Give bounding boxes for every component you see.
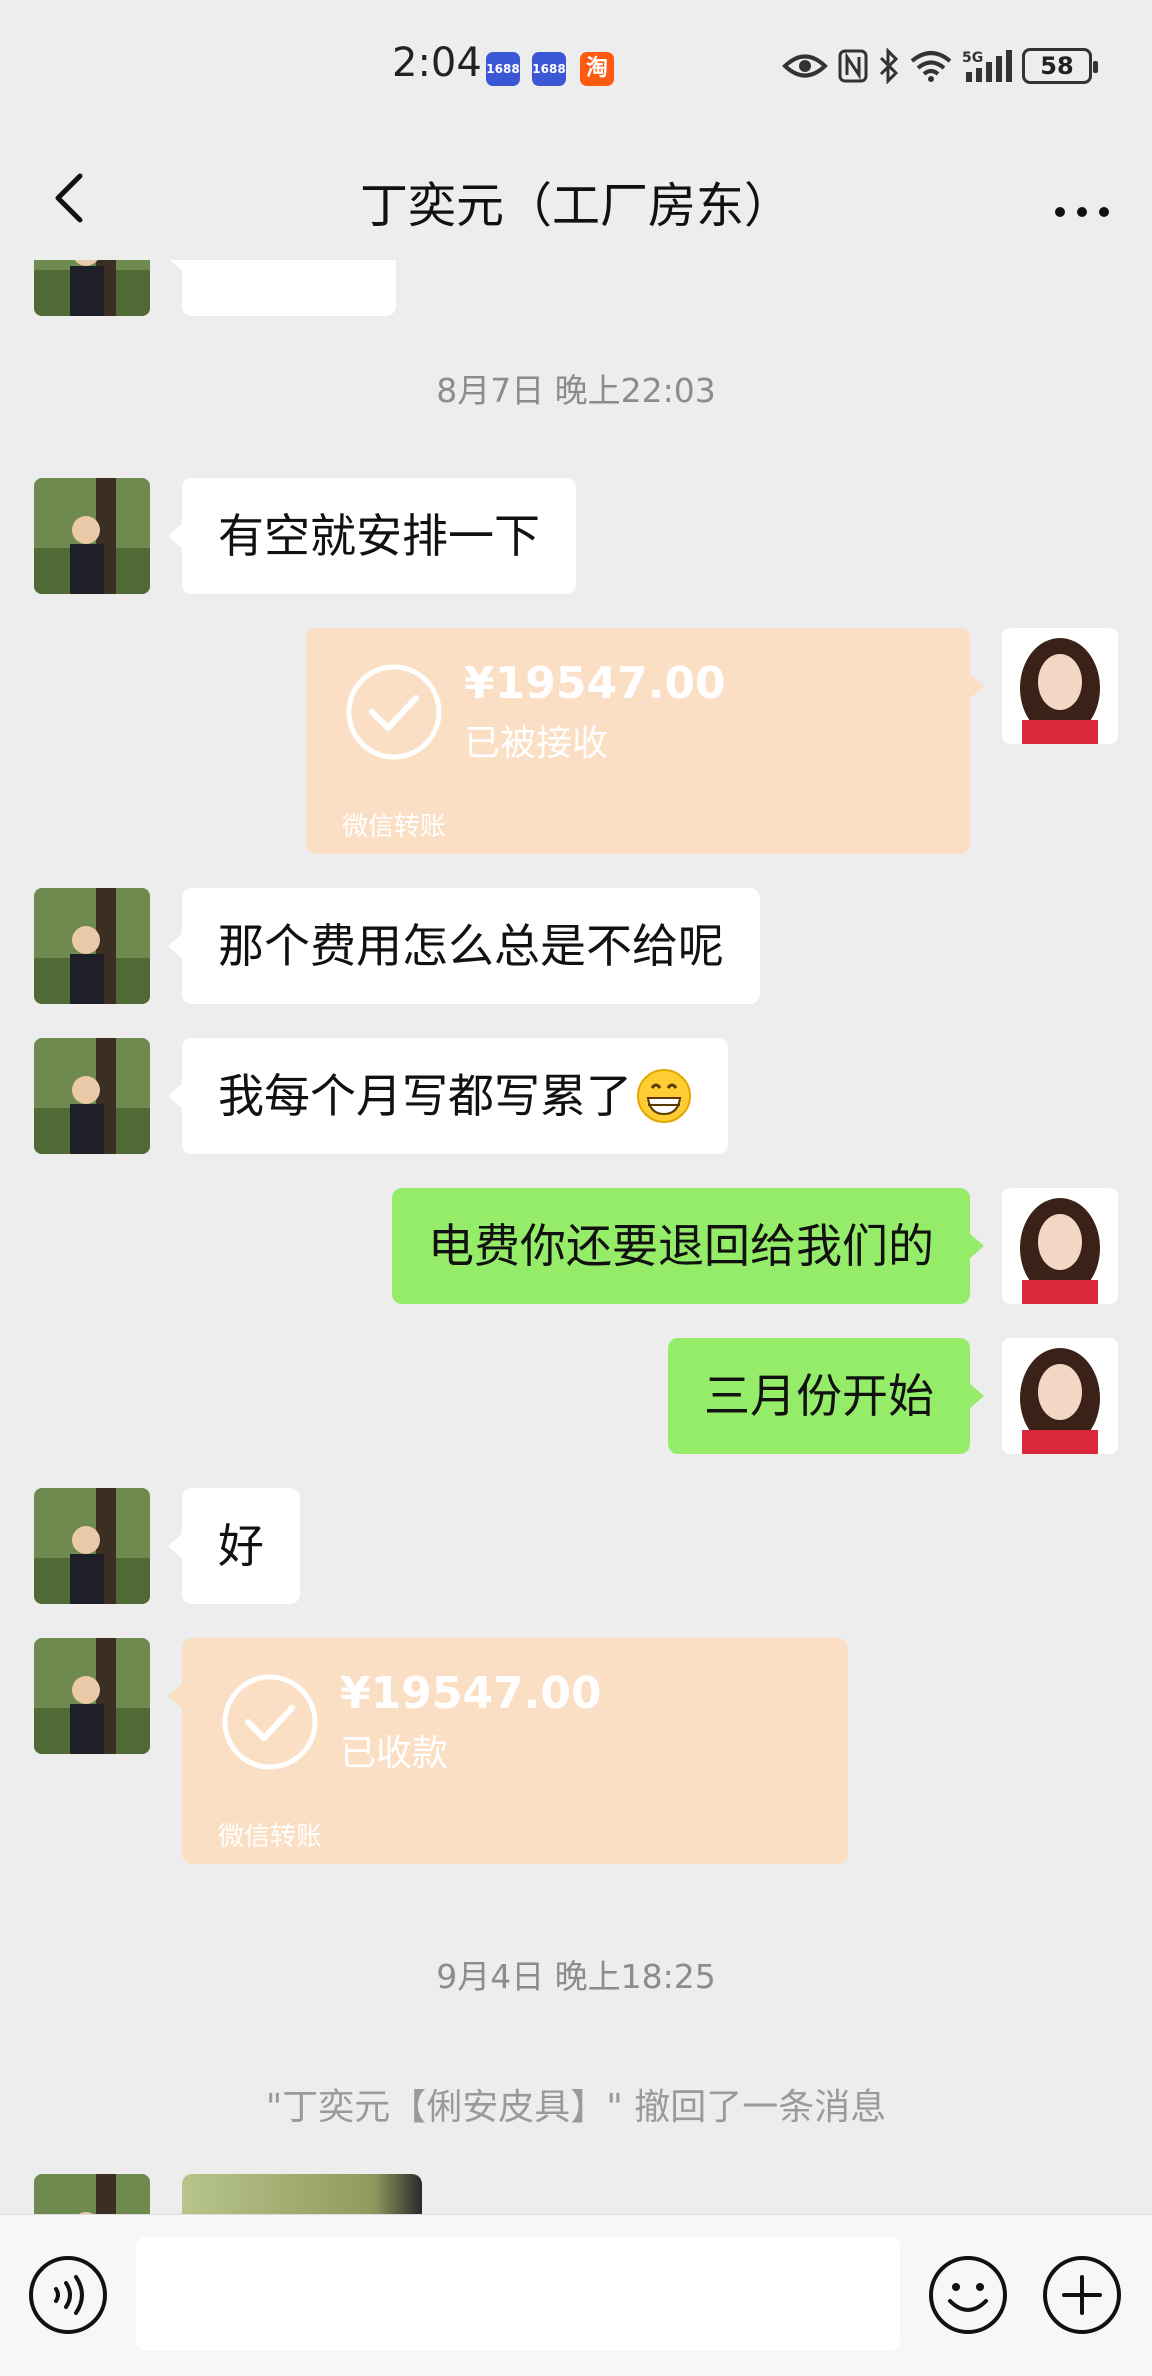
transfer-amount: ¥19547.00 bbox=[464, 658, 726, 709]
wifi-icon bbox=[910, 51, 952, 82]
status-time: 2:04 bbox=[392, 40, 482, 86]
my-avatar[interactable] bbox=[1002, 1338, 1118, 1454]
contact-avatar[interactable] bbox=[34, 1038, 150, 1154]
transfer-status: 已被接收 bbox=[464, 723, 609, 764]
timestamp: 9月4日 晚上18:25 bbox=[436, 1957, 716, 1996]
message-bubble[interactable]: 电费你还要退回给我们的 bbox=[392, 1188, 984, 1304]
status-bar: 2:04 1688 1688 淘 5G 58 bbox=[0, 0, 1152, 136]
app-1688-icon: 1688 bbox=[532, 52, 566, 86]
message-text: 我每个月写都写累了 bbox=[218, 1069, 632, 1123]
transfer-brand: 微信转账 bbox=[218, 1822, 323, 1852]
image-message-thumbnail[interactable] bbox=[182, 2174, 422, 2214]
contact-avatar[interactable] bbox=[34, 478, 150, 594]
voice-input-icon[interactable] bbox=[26, 2253, 110, 2337]
transfer-brand: 微信转账 bbox=[342, 812, 447, 842]
transfer-status: 已收款 bbox=[340, 1733, 449, 1774]
contact-avatar[interactable] bbox=[34, 1488, 150, 1604]
app-1688-icon: 1688 bbox=[486, 52, 520, 86]
battery-icon: 58 bbox=[1022, 48, 1098, 84]
message-bubble[interactable]: 有空就安排一下 bbox=[168, 478, 576, 594]
back-arrow-icon[interactable] bbox=[30, 158, 110, 238]
status-icons: 5G 58 bbox=[782, 44, 1098, 88]
message-bubble[interactable]: 我每个月写都写累了 bbox=[168, 1038, 728, 1154]
contact-avatar[interactable] bbox=[34, 260, 150, 316]
more-options-icon[interactable] bbox=[1042, 158, 1122, 238]
my-avatar[interactable] bbox=[1002, 628, 1118, 744]
svg-text:5G: 5G bbox=[962, 50, 983, 66]
timestamp: 8月7日 晚上22:03 bbox=[436, 371, 716, 410]
chat-title: 丁奕元（工厂房东） bbox=[359, 178, 792, 234]
grinning-face-emoji bbox=[637, 1068, 691, 1123]
chat-header: 丁奕元（工厂房东） bbox=[0, 136, 1152, 260]
recall-notice: "丁奕元【俐安皮具】" 撤回了一条消息 bbox=[265, 2087, 887, 2128]
transfer-amount: ¥19547.00 bbox=[340, 1668, 602, 1719]
message-list[interactable]: 8月7日 晚上22:03 有空就安排一下 ¥19547.00 已被接收 微信转账… bbox=[0, 260, 1152, 2214]
signal-5g-icon: 5G bbox=[962, 50, 1012, 82]
nfc-icon bbox=[838, 49, 868, 83]
contact-avatar[interactable] bbox=[34, 1638, 150, 1754]
message-bubble[interactable]: 好 bbox=[168, 1488, 300, 1604]
check-circle-icon bbox=[346, 664, 442, 760]
message-bubble[interactable]: 三月份开始 bbox=[668, 1338, 984, 1454]
input-bar bbox=[0, 2214, 1152, 2376]
transfer-card[interactable]: ¥19547.00 已收款 微信转账 bbox=[168, 1638, 848, 1864]
bluetooth-icon bbox=[879, 48, 899, 84]
check-circle-icon bbox=[222, 1674, 318, 1770]
message-bubble[interactable]: 那个费用怎么总是不给呢 bbox=[168, 888, 760, 1004]
message-input[interactable] bbox=[136, 2237, 900, 2351]
message-bubble-partial[interactable] bbox=[168, 260, 396, 316]
contact-avatar[interactable] bbox=[34, 888, 150, 1004]
emoji-icon[interactable] bbox=[926, 2253, 1010, 2337]
taobao-icon: 淘 bbox=[580, 52, 614, 86]
my-avatar[interactable] bbox=[1002, 1188, 1118, 1304]
contact-avatar[interactable] bbox=[34, 2174, 150, 2214]
eye-icon bbox=[782, 54, 828, 78]
transfer-card[interactable]: ¥19547.00 已被接收 微信转账 bbox=[306, 628, 984, 854]
plus-icon[interactable] bbox=[1040, 2253, 1124, 2337]
